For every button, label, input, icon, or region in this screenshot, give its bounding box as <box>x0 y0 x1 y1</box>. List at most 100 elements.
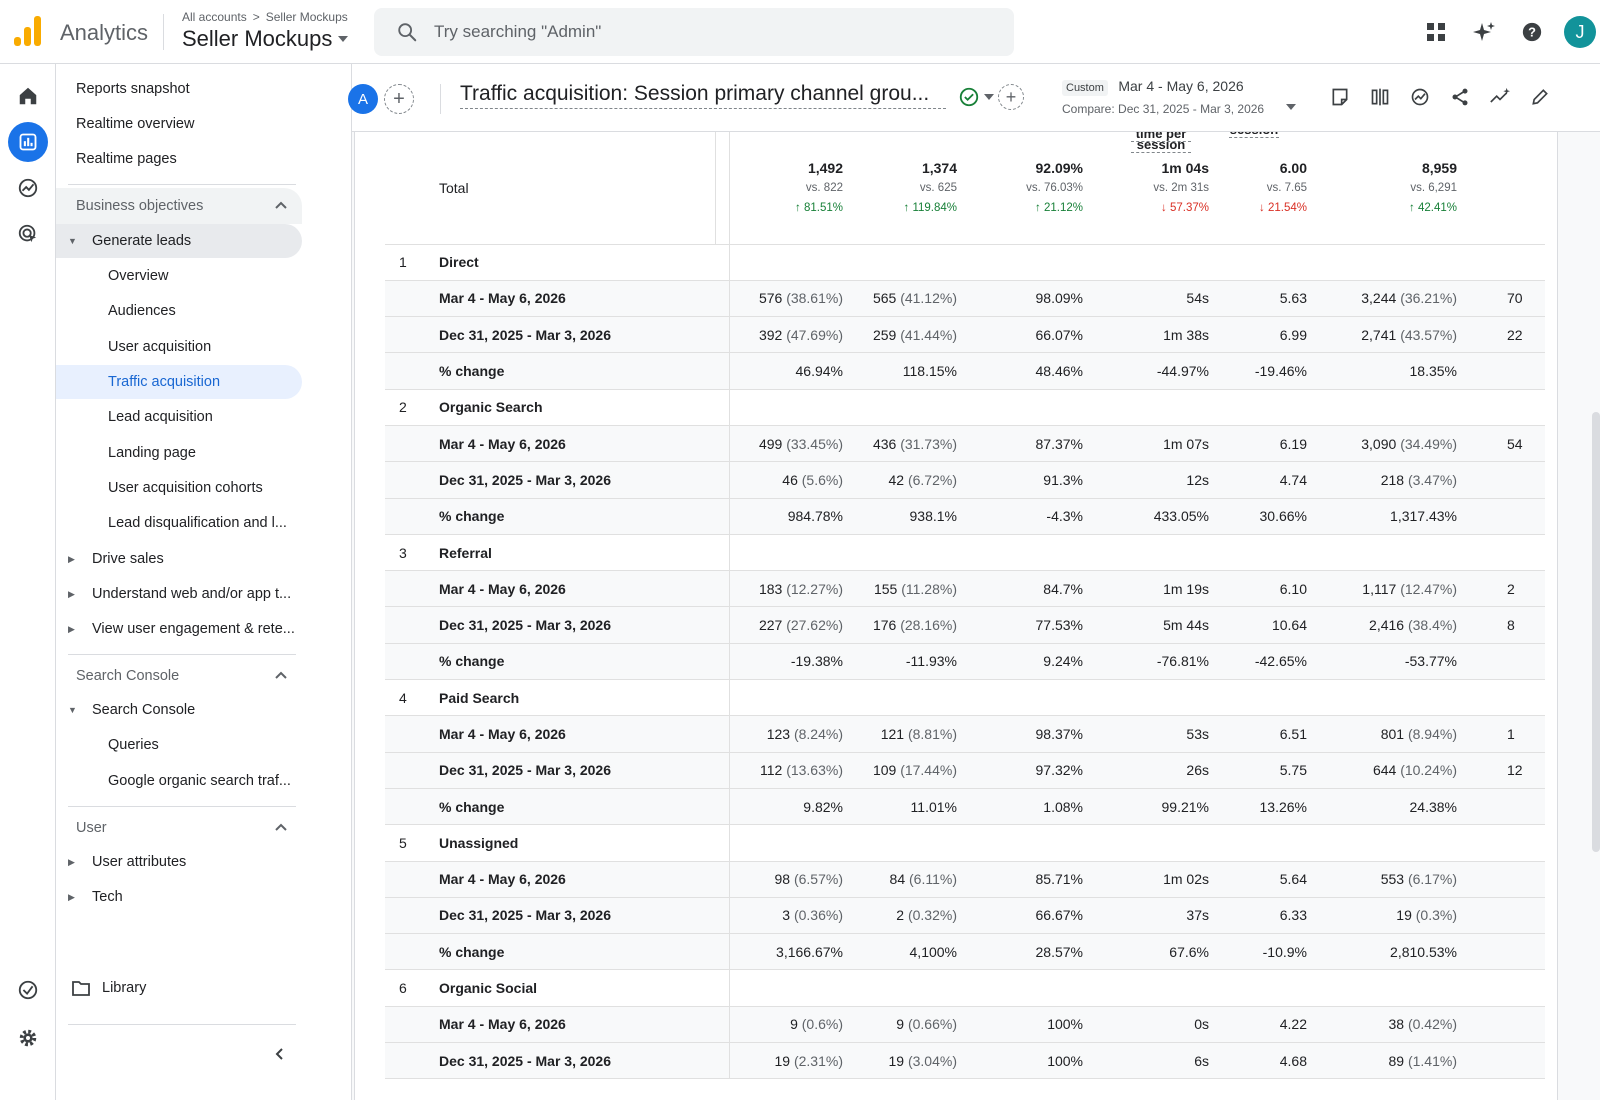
nav-search-console[interactable]: ▼ Search Console <box>56 693 302 727</box>
arrow-down-icon: ↓ <box>1259 201 1268 214</box>
metric-cell: 26s <box>1083 752 1209 789</box>
metric-cell: 6.10 <box>1209 570 1307 608</box>
metric-cell: 801 (8.94%) <box>1307 715 1457 753</box>
nav-lead-acquisition[interactable]: Lead acquisition <box>56 400 302 434</box>
caret-right-icon: ▶ <box>68 588 75 599</box>
nav-understand-web-app[interactable]: ▶ Understand web and/or app t... <box>56 577 302 611</box>
metric-percent: (47.69%) <box>786 326 843 343</box>
section-search-console[interactable]: Search Console <box>56 658 302 694</box>
table-row-group[interactable]: 2 Organic Search <box>385 389 1545 426</box>
admin-check-icon[interactable] <box>8 970 48 1010</box>
comparison-badge[interactable]: A <box>348 84 378 114</box>
channel-name[interactable]: Paid Search <box>439 679 730 717</box>
page-title[interactable]: Traffic acquisition: Session primary cha… <box>460 82 946 109</box>
caret-down-icon[interactable] <box>1286 104 1296 110</box>
nav-user-engagement[interactable]: ▶ View user engagement & rete... <box>56 612 302 646</box>
help-icon[interactable]: ? <box>1512 12 1552 52</box>
metric-cell: 98.09% <box>957 280 1083 318</box>
reports-icon[interactable] <box>8 122 48 162</box>
table-row-group[interactable]: 6 Organic Social <box>385 969 1545 1007</box>
metric-cell-partial <box>1457 461 1545 499</box>
scrollbar[interactable] <box>1592 412 1600 852</box>
channel-name[interactable]: Unassigned <box>439 824 730 862</box>
nav-queries[interactable]: Queries <box>56 728 302 762</box>
analytics-logo[interactable] <box>14 16 42 46</box>
table-row: Mar 4 - May 6, 2026 123 (8.24%) 121 (8.81%… <box>385 715 1545 753</box>
metric-percent: (13.63%) <box>786 762 843 779</box>
nav-lead-disqualification[interactable]: Lead disqualification and l... <box>56 506 302 540</box>
nav-google-organic-search[interactable]: Google organic search traf... <box>56 764 302 798</box>
metric-cell: -44.97% <box>1083 352 1209 390</box>
table-row-group[interactable]: 4 Paid Search <box>385 679 1545 717</box>
nav-user-attributes[interactable]: ▶ User attributes <box>56 845 302 879</box>
nav-user-acquisition[interactable]: User acquisition <box>56 330 302 364</box>
nav-library[interactable]: Library <box>56 971 302 1005</box>
channel-name[interactable]: Organic Social <box>439 969 730 1007</box>
nav-realtime-pages[interactable]: Realtime pages <box>56 142 302 176</box>
gear-icon[interactable] <box>8 1018 48 1058</box>
nav-generate-leads[interactable]: ▼ Generate leads <box>56 224 302 258</box>
nav-audiences[interactable]: Audiences <box>56 294 302 328</box>
nav-user-acquisition-cohorts[interactable]: User acquisition cohorts <box>56 471 302 505</box>
breadcrumb-root[interactable]: All accounts <box>182 10 247 24</box>
nav-overview[interactable]: Overview <box>56 259 302 293</box>
nav-tech[interactable]: ▶ Tech <box>56 880 302 914</box>
insights-icon[interactable] <box>1400 80 1440 114</box>
caret-down-icon[interactable] <box>984 94 994 100</box>
add-comparison-button[interactable]: + <box>384 84 414 114</box>
advertising-icon[interactable] <box>8 214 48 254</box>
nav-drive-sales[interactable]: ▶ Drive sales <box>56 542 302 576</box>
row-label: % change <box>439 933 730 971</box>
metric-cell: 38 (0.42%) <box>1307 1006 1457 1044</box>
check-circle-icon[interactable] <box>958 86 980 108</box>
breadcrumb-separator: > <box>252 10 260 24</box>
apps-icon[interactable] <box>1416 12 1456 52</box>
metric-cell-partial <box>1457 498 1545 535</box>
table-row: Mar 4 - May 6, 2026 576 (38.61%) 565 (41.1… <box>385 280 1545 318</box>
metric-cell: 259 (41.44%) <box>843 316 957 354</box>
edit-pencil-icon[interactable] <box>1520 80 1560 114</box>
date-range-picker[interactable]: Custom Mar 4 - May 6, 2026 Compare: Dec … <box>1062 78 1292 116</box>
search-input[interactable] <box>434 22 994 42</box>
section-user[interactable]: User <box>56 810 302 846</box>
table-row-group[interactable]: 5 Unassigned <box>385 824 1545 862</box>
metric-cell: 6.33 <box>1209 897 1307 935</box>
breadcrumb-leaf[interactable]: Seller Mockups <box>266 10 348 24</box>
total-compare: vs. 2m 31s <box>1153 181 1209 194</box>
nav-realtime-overview[interactable]: Realtime overview <box>56 107 302 141</box>
search-bar[interactable] <box>374 8 1014 56</box>
nav-item-label: Tech <box>92 889 123 905</box>
metric-cell: 176 (28.16%) <box>843 606 957 644</box>
share-icon[interactable] <box>1440 80 1480 114</box>
metric-percent: (41.12%) <box>900 290 957 307</box>
metric-percent: (10.24%) <box>1400 762 1457 779</box>
section-business-objectives[interactable]: Business objectives <box>56 188 302 224</box>
nav-reports-snapshot[interactable]: Reports snapshot <box>56 72 302 106</box>
property-name[interactable]: Seller Mockups <box>182 26 349 52</box>
empty-cell <box>729 534 843 572</box>
metric-cell: 436 (31.73%) <box>843 425 957 463</box>
table-row-group[interactable]: 3 Referral <box>385 534 1545 572</box>
metric-percent: (3.47%) <box>1407 471 1457 488</box>
account-selector[interactable]: All accounts > Seller Mockups Seller Moc… <box>182 10 349 52</box>
nav-landing-page[interactable]: Landing page <box>56 436 302 470</box>
total-compare: vs. 6,291 <box>1410 181 1457 194</box>
nav-traffic-acquisition[interactable]: Traffic acquisition <box>56 365 302 399</box>
account-avatar-button[interactable]: J <box>1560 12 1600 52</box>
home-icon[interactable] <box>8 76 48 116</box>
collapse-nav-button[interactable] <box>262 1036 298 1072</box>
metric-cell: 54s <box>1083 280 1209 318</box>
channel-name[interactable]: Organic Search <box>439 389 730 426</box>
trend-sparkle-icon[interactable] <box>1480 80 1520 114</box>
channel-name[interactable]: Referral <box>439 534 730 572</box>
explore-icon[interactable] <box>8 168 48 208</box>
note-icon[interactable] <box>1320 80 1360 114</box>
channel-name[interactable]: Direct <box>439 244 730 281</box>
empty-cell <box>843 824 957 862</box>
sparkle-icon[interactable] <box>1464 12 1504 52</box>
metric-cell-partial: 1 <box>1457 715 1545 753</box>
add-filter-button[interactable]: + <box>998 84 1024 110</box>
row-index <box>385 352 439 390</box>
table-row-group[interactable]: 1 Direct <box>385 244 1545 281</box>
compare-columns-icon[interactable] <box>1360 80 1400 114</box>
